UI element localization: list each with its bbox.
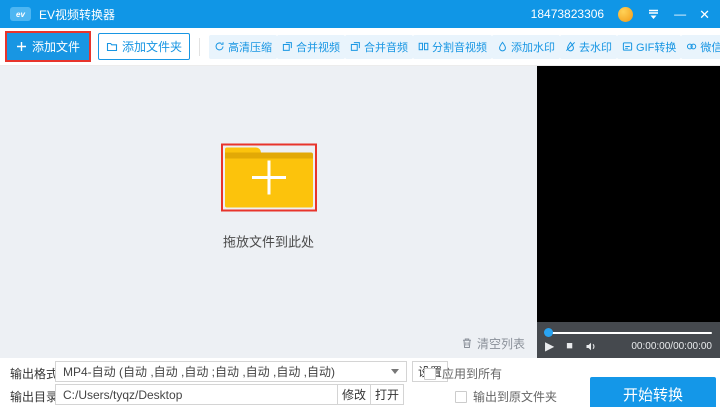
pill-label: 添加水印 [511,39,555,55]
apply-to-all-row: 应用到所有 [424,365,502,382]
video-preview-panel: ▶ ■ 00:00:00/00:00:00 [537,66,720,358]
hd-compress-icon [214,41,225,52]
play-button[interactable]: ▶ [545,340,554,352]
output-dir-group: C:/Users/tyqz/Desktop 修改 打开 [55,384,404,405]
clear-list-button[interactable]: 清空列表 [461,335,525,352]
pill-label: 合并音频 [364,39,408,55]
chevron-down-icon [391,369,399,374]
add-file-highlight-box: 添加文件 [5,31,91,62]
modify-dir-button[interactable]: 修改 [337,384,371,405]
drop-zone-center: 拖放文件到此处 [221,144,317,251]
pill-label: 高清压缩 [228,39,272,55]
gif-convert-icon [622,41,633,52]
pill-label: 微信转码 [700,39,720,55]
output-to-source-label: 输出到原文件夹 [473,388,557,405]
pill-label: GIF转换 [636,39,676,55]
pill-label: 去水印 [579,39,612,55]
app-title: EV视频转换器 [39,6,115,23]
plus-icon [252,161,286,195]
player-buttons-row: ▶ ■ 00:00:00/00:00:00 [545,340,712,352]
merge-audio-icon [350,41,361,52]
merge-video-button[interactable]: 合并视频 [277,35,345,59]
folder-icon [106,41,118,53]
plus-icon [16,41,27,52]
add-folder-label: 添加文件夹 [122,38,182,55]
hd-compress-button[interactable]: 高清压缩 [209,35,277,59]
apply-to-all-label: 应用到所有 [442,365,502,382]
clear-list-label: 清空列表 [477,335,525,352]
wechat-transcode-button[interactable]: 微信转码 [681,35,720,59]
split-av-icon [418,41,429,52]
seek-track [545,332,712,334]
minimize-icon[interactable]: — [674,8,685,20]
toolbar: 添加文件 添加文件夹 高清压缩 合并视频 [0,28,720,66]
main-menu-icon[interactable] [647,8,660,20]
add-watermark-icon [497,41,508,52]
add-files-folder-icon[interactable] [225,148,313,208]
add-watermark-button[interactable]: 添加水印 [492,35,560,59]
app-logo-icon: ev [10,7,31,21]
output-format-label: 输出格式 [10,365,58,382]
output-dir-label: 输出目录 [10,388,58,405]
account-id: 18473823306 [531,7,604,21]
volume-icon[interactable] [585,341,598,352]
titlebar-right: 18473823306 — ✕ [531,7,710,22]
add-file-label: 添加文件 [32,38,80,55]
main-area: 拖放文件到此处 清空列表 ▶ ■ [0,66,720,358]
merge-audio-button[interactable]: 合并音频 [345,35,413,59]
output-to-source-checkbox[interactable] [455,391,467,403]
start-convert-button[interactable]: 开始转换 [590,377,716,407]
seek-bar[interactable] [545,327,712,338]
file-drop-zone[interactable]: 拖放文件到此处 清空列表 [0,66,537,358]
pill-label: 分割音视频 [432,39,487,55]
avatar[interactable] [618,7,633,22]
close-icon[interactable]: ✕ [699,8,710,21]
seek-handle[interactable] [544,328,553,337]
output-format-value: MP4-自动 (自动 ,自动 ,自动 ;自动 ,自动 ,自动 ,自动) [63,363,385,380]
stop-button[interactable]: ■ [566,341,573,352]
remove-watermark-icon [565,41,576,52]
ev-video-converter-window: ev EV视频转换器 18473823306 — ✕ 添加文件 添 [0,0,720,407]
trash-icon [461,337,473,350]
remove-watermark-button[interactable]: 去水印 [560,35,617,59]
pill-label: 合并视频 [296,39,340,55]
toolbar-pills: 高清压缩 合并视频 合并音频 分割音视频 [209,35,720,59]
video-screen [537,66,720,322]
add-file-button[interactable]: 添加文件 [7,33,89,60]
split-av-button[interactable]: 分割音视频 [413,35,492,59]
titlebar: ev EV视频转换器 18473823306 — ✕ [0,0,720,28]
output-to-source-row: 输出到原文件夹 [455,388,557,405]
gif-convert-button[interactable]: GIF转换 [617,35,681,59]
output-format-select[interactable]: MP4-自动 (自动 ,自动 ,自动 ;自动 ,自动 ,自动 ,自动) [55,361,407,382]
open-dir-button[interactable]: 打开 [370,384,404,405]
player-controls: ▶ ■ 00:00:00/00:00:00 [537,322,720,358]
apply-to-all-checkbox[interactable] [424,368,436,380]
output-dir-input[interactable]: C:/Users/tyqz/Desktop [55,384,338,405]
drop-hint-text: 拖放文件到此处 [221,232,317,251]
wechat-transcode-icon [686,41,697,52]
add-folder-button[interactable]: 添加文件夹 [98,33,190,60]
merge-video-icon [282,41,293,52]
folder-highlight-box [221,144,317,212]
toolbar-divider [199,38,200,56]
playback-time: 00:00:00/00:00:00 [631,341,712,352]
